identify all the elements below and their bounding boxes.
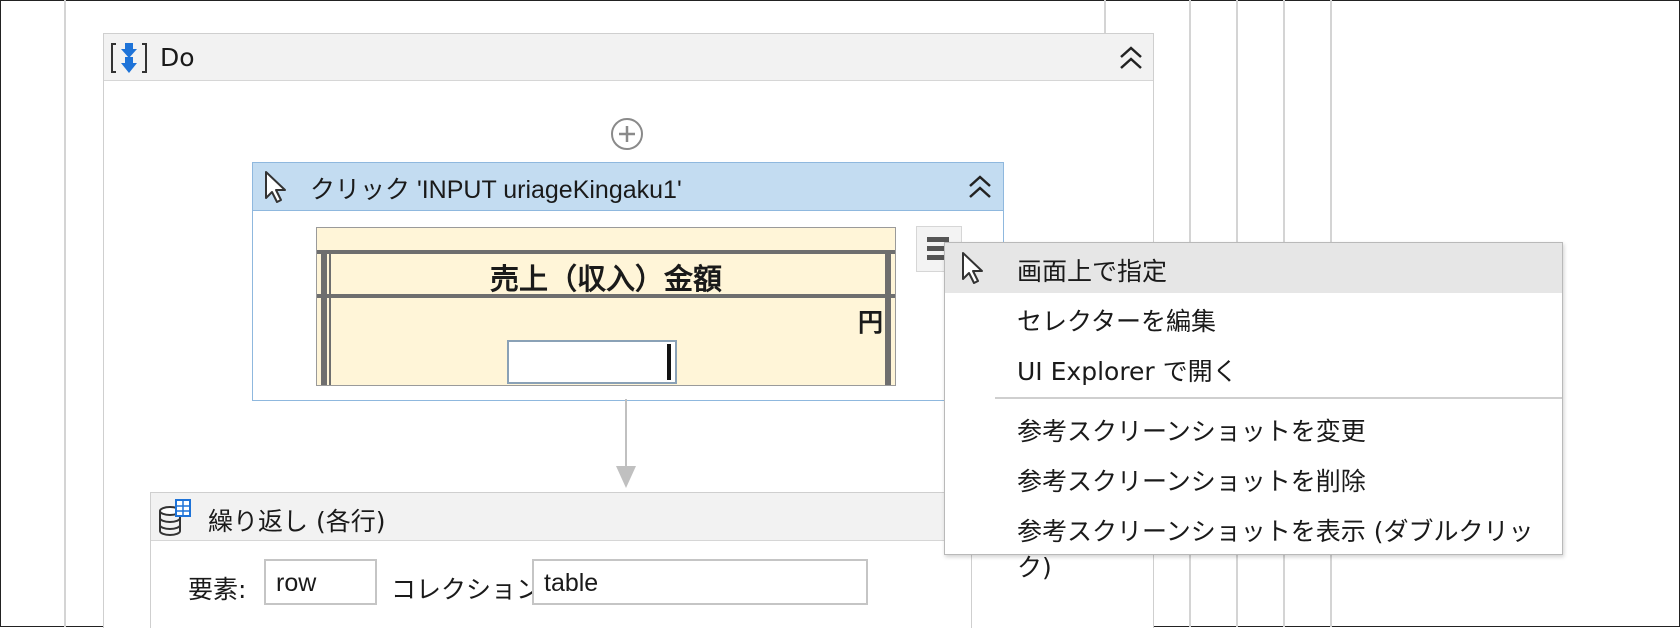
collection-label: コレクション: bbox=[391, 575, 550, 604]
element-label: 要素: bbox=[188, 575, 247, 604]
flow-connector bbox=[625, 399, 627, 471]
sequence-icon bbox=[111, 43, 147, 73]
menu-item-edit-selector[interactable]: セレクターを編集 bbox=[945, 293, 1562, 343]
menu-item-label: 参考スクリーンショットを表示 (ダブルクリック) bbox=[1017, 517, 1534, 582]
menu-item-indicate-on-screen[interactable]: 画面上で指定 bbox=[945, 243, 1562, 293]
menu-item-change-screenshot[interactable]: 参考スクリーンショットを変更 bbox=[945, 403, 1562, 453]
do-title: Do bbox=[160, 43, 195, 72]
menu-item-label: UI Explorer で開く bbox=[1017, 357, 1238, 386]
cursor-icon bbox=[962, 252, 983, 284]
collapse-icon[interactable] bbox=[966, 173, 994, 201]
menu-item-show-screenshot[interactable]: 参考スクリーンショットを表示 (ダブルクリック) bbox=[945, 503, 1562, 582]
connector-arrow-icon bbox=[616, 466, 636, 488]
menu-separator bbox=[995, 397, 1562, 399]
context-menu: 画面上で指定 セレクターを編集 UI Explorer で開く 参考スクリーンシ… bbox=[944, 242, 1563, 582]
text-caret bbox=[667, 344, 671, 380]
reference-screenshot[interactable]: 売上（収入）金額 円 bbox=[316, 227, 896, 386]
canvas-guide-line bbox=[64, 0, 66, 627]
screenshot-table-line bbox=[317, 250, 895, 254]
click-activity-title: クリック 'INPUT uriageKingaku1' bbox=[310, 176, 682, 204]
database-icon bbox=[159, 499, 191, 536]
menu-item-open-ui-explorer[interactable]: UI Explorer で開く bbox=[945, 343, 1562, 393]
menu-item-label: セレクターを編集 bbox=[1017, 307, 1217, 336]
element-field[interactable]: row bbox=[264, 559, 377, 605]
collapse-icon[interactable] bbox=[1117, 44, 1145, 72]
menu-item-label: 参考スクリーンショットを変更 bbox=[1017, 417, 1366, 446]
cursor-icon bbox=[265, 171, 286, 203]
collection-field[interactable]: table bbox=[532, 559, 868, 605]
do-header[interactable]: Do bbox=[104, 34, 1153, 81]
screenshot-input bbox=[507, 340, 677, 384]
screenshot-heading: 売上（収入）金額 bbox=[489, 262, 722, 296]
menu-item-label: 参考スクリーンショットを削除 bbox=[1017, 467, 1366, 496]
menu-item-label: 画面上で指定 bbox=[1017, 257, 1168, 286]
foreach-title: 繰り返し (各行) bbox=[208, 507, 386, 536]
screenshot-unit: 円 bbox=[857, 308, 883, 337]
menu-item-remove-screenshot[interactable]: 参考スクリーンショットを削除 bbox=[945, 453, 1562, 503]
click-activity-header[interactable]: クリック 'INPUT uriageKingaku1' bbox=[253, 163, 1003, 211]
add-activity-icon[interactable] bbox=[610, 117, 644, 151]
foreach-activity[interactable]: 繰り返し (各行) 要素: row コレクション: table bbox=[150, 492, 972, 628]
click-activity[interactable]: クリック 'INPUT uriageKingaku1' 売上（収入）金額 円 bbox=[252, 162, 1004, 401]
foreach-header[interactable]: 繰り返し (各行) bbox=[151, 493, 971, 541]
